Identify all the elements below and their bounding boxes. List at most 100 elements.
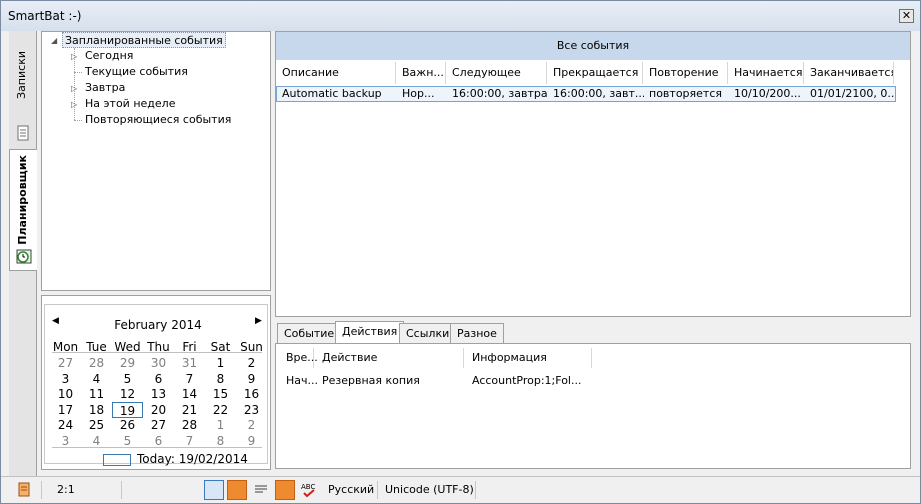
divider [377,481,378,499]
calendar-day[interactable]: 29 [112,355,143,371]
tab-0[interactable]: Событие [277,323,342,343]
notes-icon [17,125,29,141]
divider [52,352,262,353]
tree-item-recurring[interactable]: Повторяющиеся события [85,112,231,128]
calendar-day[interactable]: 6 [143,371,174,387]
table-cell: 16:00:00, завтра [452,87,548,100]
expand-arrow-icon[interactable]: ▷ [71,52,77,61]
column-header[interactable]: Информация [464,348,592,368]
language-indicator[interactable]: Русский [328,483,374,496]
calendar-day[interactable]: 1 [205,417,236,433]
calendar-day[interactable]: 1 [205,355,236,371]
column-header[interactable]: Описание [276,62,396,84]
window-title: SmartBat :-) [8,9,82,23]
calendar-day[interactable]: 28 [81,355,112,371]
calendar-day[interactable]: 15 [205,386,236,402]
details-panel: Событие Действия Ссылки Разное Вре... Действ… [275,321,911,469]
tab-scheduler-label: Планировщик [16,155,29,245]
event-tree: ◢ Запланированные события ▷ Сегодня Теку… [41,31,271,291]
wrap-icon[interactable] [227,480,247,500]
calendar-day[interactable]: 30 [143,355,174,371]
today-marker [103,454,131,466]
calendar-day[interactable]: 2 [236,417,267,433]
table-cell: 01/01/2100, 0... [810,87,895,100]
calendar-day[interactable]: 2 [236,355,267,371]
calendar-day[interactable]: 13 [143,386,174,402]
divider [52,447,262,448]
calendar-day[interactable]: 21 [174,402,205,418]
calendar-day[interactable]: 16 [236,386,267,402]
readonly-icon[interactable] [275,480,295,500]
table-cell: Резервная копия [322,374,420,387]
divider [41,481,42,499]
calendar-day[interactable]: 26 [112,417,143,433]
column-header[interactable]: Начинается [728,62,804,84]
calendar-day[interactable]: 12 [112,386,143,402]
calendar-day[interactable]: 11 [81,386,112,402]
collapse-arrow-icon[interactable]: ◢ [51,36,57,45]
page-view-icon[interactable] [204,480,224,500]
title-bar: SmartBat :-) ✕ [1,1,920,31]
calendar-day[interactable]: 20 [143,402,174,418]
column-header[interactable]: Действие [314,348,464,368]
calendar-day[interactable]: 27 [143,417,174,433]
tab-notes[interactable]: Записки [9,33,37,151]
calendar-day[interactable]: 28 [174,417,205,433]
tree-item-tomorrow[interactable]: Завтра [85,80,125,96]
calendar-day[interactable]: 5 [112,371,143,387]
tree-item-week[interactable]: На этой неделе [85,96,175,112]
table-cell: Automatic backup [282,87,382,100]
table-row[interactable]: Automatic backup Нор... 16:00:00, завтра 16… [276,86,896,102]
tree-branch [74,120,82,121]
app-window: SmartBat :-) ✕ Записки Планировщик ◢ Зап… [0,0,921,504]
column-header[interactable]: Прекращается [547,62,643,84]
events-list: Все события Описание Важн... Следующее Прек… [275,31,911,317]
expand-arrow-icon[interactable]: ▷ [71,100,77,109]
tree-branch [74,72,82,73]
column-header[interactable]: Повторение [643,62,728,84]
spellcheck-icon[interactable]: ABC [299,480,319,500]
calendar-day[interactable]: 8 [205,371,236,387]
column-header[interactable]: Следующее [446,62,547,84]
table-cell: AccountProp:1;Fol... [472,374,582,387]
tab-3[interactable]: Разное [450,323,504,343]
calendar-day[interactable]: 7 [174,371,205,387]
calendar-day[interactable]: 4 [81,371,112,387]
cursor-position: 2:1 [57,483,75,496]
calendar-day[interactable]: 27 [50,355,81,371]
calendar-day[interactable]: 17 [50,402,81,418]
calendar-day[interactable]: 22 [205,402,236,418]
column-header[interactable]: Вре... [278,348,318,368]
expand-arrow-icon[interactable]: ▷ [71,84,77,93]
calendar-day[interactable]: 3 [50,371,81,387]
vertical-tab-bar: Записки Планировщик [9,31,37,476]
calendar-day[interactable]: 31 [174,355,205,371]
calendar-day-selected[interactable]: 19 [112,401,143,418]
encoding-indicator[interactable]: Unicode (UTF-8) [385,483,474,496]
tree-item-today[interactable]: Сегодня [85,48,133,64]
status-bar: 2:1 ABC Русский Unicode (UTF-8) [1,476,920,503]
calendar-day[interactable]: 9 [236,371,267,387]
divider [121,481,122,499]
table-cell: Нач... [286,374,319,387]
calendar-day[interactable]: 10 [50,386,81,402]
calendar-day[interactable]: 23 [236,402,267,418]
close-button[interactable]: ✕ [899,9,914,23]
tab-2[interactable]: Ссылки [399,323,457,343]
tree-item-current[interactable]: Текущие события [85,64,188,80]
divider [475,481,476,499]
calendar-day[interactable]: 24 [50,417,81,433]
column-header[interactable]: Заканчивается [804,62,894,84]
calendar-day[interactable]: 25 [81,417,112,433]
tab-scheduler[interactable]: Планировщик [9,149,37,271]
calendar-day[interactable]: 14 [174,386,205,402]
calendar-day[interactable]: 18 [81,402,112,418]
today-link[interactable]: Today: 19/02/2014 [137,452,248,466]
calendar-month: February 2014 [114,318,202,332]
align-icon[interactable] [251,480,271,500]
tab-1[interactable]: Действия [335,321,405,343]
actions-tab-body: Вре... Действие Информация Нач... Резервная… [275,343,911,469]
document-icon[interactable] [15,480,33,500]
column-header[interactable]: Важн... [396,62,446,84]
tree-root[interactable]: Запланированные события [62,32,226,48]
